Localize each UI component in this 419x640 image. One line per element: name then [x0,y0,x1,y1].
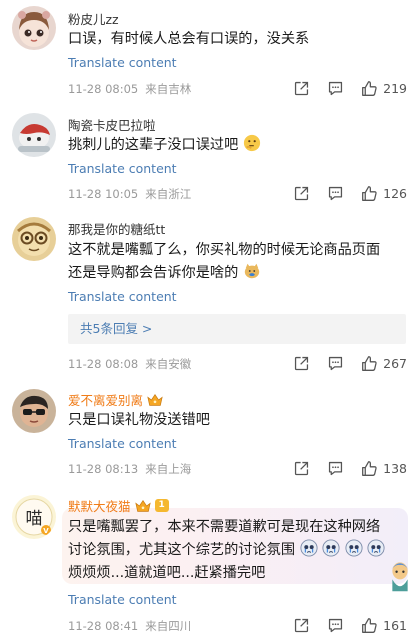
username[interactable]: 那我是你的糖纸tt [68,219,165,238]
share-icon [294,81,308,95]
share-button[interactable] [291,183,311,203]
comment-location: 来自四川 [145,619,192,633]
share-button[interactable] [291,353,311,373]
like-button[interactable] [359,78,379,98]
doge-emoji-icon [244,263,259,279]
like-count: 126 [383,185,407,201]
share-icon [294,618,308,632]
avatar[interactable] [12,113,56,157]
share-button[interactable] [291,458,311,478]
username[interactable]: 默默大夜猫 1 [68,496,169,515]
like-count: 219 [383,80,407,96]
share-icon [294,461,308,475]
like-count: 161 [383,617,407,633]
like-button[interactable] [359,183,379,203]
comment-icon [328,81,342,95]
username[interactable]: 陶瓷卡皮巴拉啦 [68,115,156,134]
comment-item: 爱不离爱别离 只是口误礼物没送错吧 Translate content 11-2… [0,375,419,485]
comment-item: 粉皮儿zz 口误，有时候人总会有口误的，没关系 Translate conten… [0,0,419,105]
crying-face-icon [299,539,318,557]
avatar[interactable] [12,6,56,50]
comment-text: 只是口误礼物没送错吧 [68,412,210,428]
share-button[interactable] [291,78,311,98]
username[interactable]: 粉皮儿zz [68,9,119,28]
username[interactable]: 爱不离爱别离 [68,390,163,409]
comment-icon [328,618,342,632]
svg-text:喵: 喵 [26,509,43,529]
translate-link[interactable]: Translate content [68,161,177,176]
reply-button[interactable] [325,458,345,478]
svg-text:V: V [43,527,49,535]
comment-text: 口误，有时候人总会有口误的，没关系 [68,31,310,47]
translate-link[interactable]: Translate content [68,289,177,304]
comment-item: 喵 V 默默大夜猫 1 只是嘴瓢罢了，本来不需要道歉可是现在这种网络 讨论氛围，… [0,485,419,640]
comment-icon [328,186,342,200]
translate-link[interactable]: Translate content [68,55,177,70]
comment-location: 来自安徽 [145,357,192,371]
comment-actions: 267 [291,353,407,373]
thinking-face-icon [243,134,260,152]
comment-date: 11-28 08:13 [68,462,139,476]
comment-meta: 11-28 10:05 来自浙江 [68,186,191,202]
comment-icon [328,356,342,370]
comment-date: 11-28 08:41 [68,619,139,633]
reply-button[interactable] [325,353,345,373]
thumbs-up-icon [361,617,377,633]
avatar[interactable]: 喵 V [12,495,56,539]
comment-text: 只是嘴瓢罢了，本来不需要道歉可是现在这种网络 讨论氛围，尤其这个综艺的讨论氛围 … [68,516,406,585]
like-count: 138 [383,460,407,476]
view-replies-button[interactable]: 共5条回复 > [68,314,406,344]
comment-meta: 11-28 08:08 来自安徽 [68,356,191,372]
thumbs-up-icon [361,80,377,96]
avatar[interactable] [12,389,56,433]
comment-item: 那我是你的糖纸tt 这不就是嘴瓢了么，你买礼物的时候无论商品页面 还是导购都会告… [0,205,419,375]
translate-link[interactable]: Translate content [68,436,177,451]
like-button[interactable] [359,458,379,478]
comment-actions: 126 [291,183,407,203]
share-button[interactable] [291,615,311,635]
comment-location: 来自吉林 [145,82,192,96]
comment-date: 11-28 10:05 [68,187,139,201]
vip-crown-icon [134,499,151,512]
crying-face-icon [345,539,363,557]
vip-crown-icon [147,393,163,406]
share-icon [294,356,308,370]
reply-button[interactable] [325,183,345,203]
comment-meta: 11-28 08:05 来自吉林 [68,81,191,97]
comment-location: 来自浙江 [145,187,192,201]
crying-face-icon [322,539,340,557]
comment-text: 挑刺儿的这辈子没口误过吧 [68,134,406,157]
thumbs-up-icon [361,185,377,201]
comment-actions: 161 [291,615,407,635]
comment-item: 陶瓷卡皮巴拉啦 挑刺儿的这辈子没口误过吧 Translate content 1… [0,105,419,205]
comment-actions: 138 [291,458,407,478]
like-button[interactable] [359,353,379,373]
reply-button[interactable] [325,78,345,98]
thumbs-up-icon [361,460,377,476]
like-count: 267 [383,355,407,371]
comment-location: 来自上海 [145,462,192,476]
bubble-character-decoration [391,562,409,592]
like-button[interactable] [359,615,379,635]
thumbs-up-icon [361,355,377,371]
comment-meta: 11-28 08:13 来自上海 [68,461,191,477]
comment-date: 11-28 08:05 [68,82,139,96]
comment-date: 11-28 08:08 [68,357,139,371]
comment-icon [328,461,342,475]
comment-meta: 11-28 08:41 来自四川 [68,618,191,634]
avatar[interactable] [12,217,56,261]
crying-face-icon [367,539,385,557]
comment-text: 这不就是嘴瓢了么，你买礼物的时候无论商品页面 还是导购都会告诉你是啥的 [68,242,381,281]
share-icon [294,186,308,200]
comment-actions: 219 [291,78,407,98]
reply-button[interactable] [325,615,345,635]
level-badge: 1 [154,499,169,512]
translate-link[interactable]: Translate content [68,592,177,607]
